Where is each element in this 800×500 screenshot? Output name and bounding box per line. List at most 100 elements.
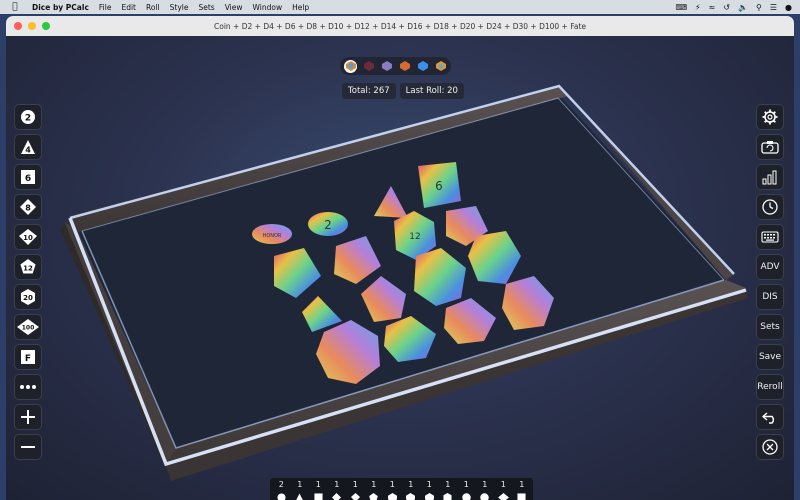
menu-view[interactable]: View — [225, 3, 243, 12]
undo-arrow-icon — [762, 412, 775, 424]
clock-icon — [762, 199, 778, 215]
sets-button[interactable]: Sets — [756, 314, 784, 340]
close-circle-icon — [762, 439, 778, 455]
wifi-icon[interactable]: ≈ — [709, 3, 716, 12]
dice-set-purple-glass[interactable] — [380, 60, 393, 73]
menu-window[interactable]: Window — [253, 3, 283, 12]
spotlight-search-icon[interactable]: ⚲ — [756, 3, 762, 12]
counter-d24[interactable]: 1 — [457, 478, 476, 500]
d2-icon: 2 — [21, 110, 35, 124]
coin-a-face-label: HONOR — [263, 233, 282, 239]
counter-d6[interactable]: 1 — [309, 478, 328, 500]
add-die-button[interactable] — [14, 404, 42, 430]
d4-icon: 4 — [21, 140, 35, 155]
add-d10-button[interactable]: 10 — [14, 224, 42, 250]
counter-fate[interactable]: 1 — [513, 478, 532, 500]
roll-totals: Total: 267 Last Roll: 20 — [342, 83, 464, 99]
remove-die-button[interactable] — [14, 434, 42, 460]
d18-icon — [424, 493, 434, 500]
save-button[interactable]: Save — [756, 344, 784, 370]
dice-tray[interactable]: HONOR 2 6 12 — [6, 36, 794, 500]
add-d12-button[interactable]: 12 — [14, 254, 42, 280]
counter-d20[interactable]: 1 — [439, 478, 458, 500]
dice-set-selector — [340, 57, 451, 75]
svg-text:12: 12 — [23, 265, 33, 273]
keyboard-button[interactable] — [756, 224, 784, 250]
reroll-label: Reroll — [757, 382, 783, 392]
menu-roll[interactable]: Roll — [146, 3, 160, 12]
d12-icon: 12 — [20, 259, 36, 274]
d12-icon — [369, 493, 379, 500]
siri-icon[interactable]: ● — [785, 3, 792, 12]
add-d4-button[interactable]: 4 — [14, 134, 42, 160]
dice-scene[interactable]: HONOR 2 6 12 Total: 267 Last Roll: 20 2 … — [6, 36, 794, 500]
disadvantage-label: DIS — [762, 292, 778, 302]
menu-style[interactable]: Style — [170, 3, 189, 12]
counter-d14[interactable]: 1 — [383, 478, 402, 500]
advantage-button[interactable]: ADV — [756, 254, 784, 280]
counter-d10[interactable]: 1 — [346, 478, 365, 500]
add-d2-button[interactable]: 2 — [14, 104, 42, 130]
menu-sets[interactable]: Sets — [198, 3, 214, 12]
dice-set-rainbow[interactable] — [344, 59, 357, 73]
coin-b-face-label: 2 — [324, 218, 332, 232]
d6-icon: 6 — [21, 170, 35, 184]
more-dice-button[interactable] — [14, 374, 42, 400]
menu-edit[interactable]: Edit — [121, 3, 136, 12]
d10-icon — [350, 493, 360, 500]
counter-d30[interactable]: 1 — [476, 478, 495, 500]
plus-icon — [21, 410, 35, 424]
d20-icon: 20 — [21, 289, 35, 305]
dice-set-dark-red[interactable] — [362, 60, 375, 73]
d8-icon: 8 — [20, 199, 36, 215]
clear-dice-button[interactable] — [756, 434, 784, 460]
undo-button[interactable] — [756, 404, 784, 430]
camera-view-button[interactable] — [756, 134, 784, 160]
dice-set-copper[interactable] — [398, 60, 411, 73]
apple-menu-icon[interactable]:  — [8, 2, 22, 12]
add-d20-button[interactable]: 20 — [14, 284, 42, 310]
counter-coin[interactable]: 2 — [272, 478, 291, 500]
d4-icon — [296, 493, 304, 500]
add-d100-button[interactable]: 100 — [14, 314, 42, 340]
d14-icon — [387, 493, 397, 500]
counter-d100[interactable]: 1 — [494, 478, 513, 500]
d8-icon — [332, 493, 342, 500]
dice-set-blue-crystal[interactable] — [416, 60, 429, 73]
bar-chart-icon — [762, 170, 777, 185]
keyboard-input-icon[interactable]: ⌨ — [675, 3, 687, 12]
counter-d18[interactable]: 1 — [420, 478, 439, 500]
fate-die-icon: F — [21, 350, 35, 364]
svg-text:10: 10 — [23, 234, 33, 242]
total-label: Total: 267 — [342, 83, 396, 99]
d100-icon: 100 — [17, 319, 39, 335]
menu-help[interactable]: Help — [292, 3, 309, 12]
settings-button[interactable] — [756, 104, 784, 130]
disadvantage-button[interactable]: DIS — [756, 284, 784, 310]
d10-icon: 10 — [19, 229, 37, 245]
svg-text:20: 20 — [23, 294, 33, 302]
title-bar: Coin + D2 + D4 + D6 + D8 + D10 + D12 + D… — [6, 16, 794, 36]
counter-d16[interactable]: 1 — [402, 478, 421, 500]
dice-set-amber[interactable] — [434, 60, 447, 73]
add-d6-button[interactable]: 6 — [14, 164, 42, 190]
volume-icon[interactable]: 🔈 — [738, 3, 748, 12]
d6-icon — [314, 493, 323, 500]
history-button[interactable] — [756, 194, 784, 220]
time-machine-icon[interactable]: ↺ — [723, 3, 730, 12]
statistics-button[interactable] — [756, 164, 784, 190]
d100-icon — [497, 493, 509, 500]
control-center-icon[interactable]: ☰ — [770, 3, 777, 12]
reroll-button[interactable]: Reroll — [756, 374, 784, 400]
counter-d4[interactable]: 1 — [291, 478, 310, 500]
blue-crystal-set-icon — [417, 61, 428, 71]
app-window: Coin + D2 + D4 + D6 + D8 + D10 + D12 + D… — [6, 16, 794, 500]
counter-d8[interactable]: 1 — [328, 478, 347, 500]
battery-bolt-icon[interactable]: ⚡ — [695, 3, 701, 12]
dice-counter-bar: 2 1 1 1 1 1 1 1 1 1 1 1 1 1 — [270, 478, 533, 500]
add-fate-die-button[interactable]: F — [14, 344, 42, 370]
menu-file[interactable]: File — [99, 3, 112, 12]
add-d8-button[interactable]: 8 — [14, 194, 42, 220]
menu-app-name[interactable]: Dice by PCalc — [32, 3, 89, 12]
counter-d12[interactable]: 1 — [365, 478, 384, 500]
